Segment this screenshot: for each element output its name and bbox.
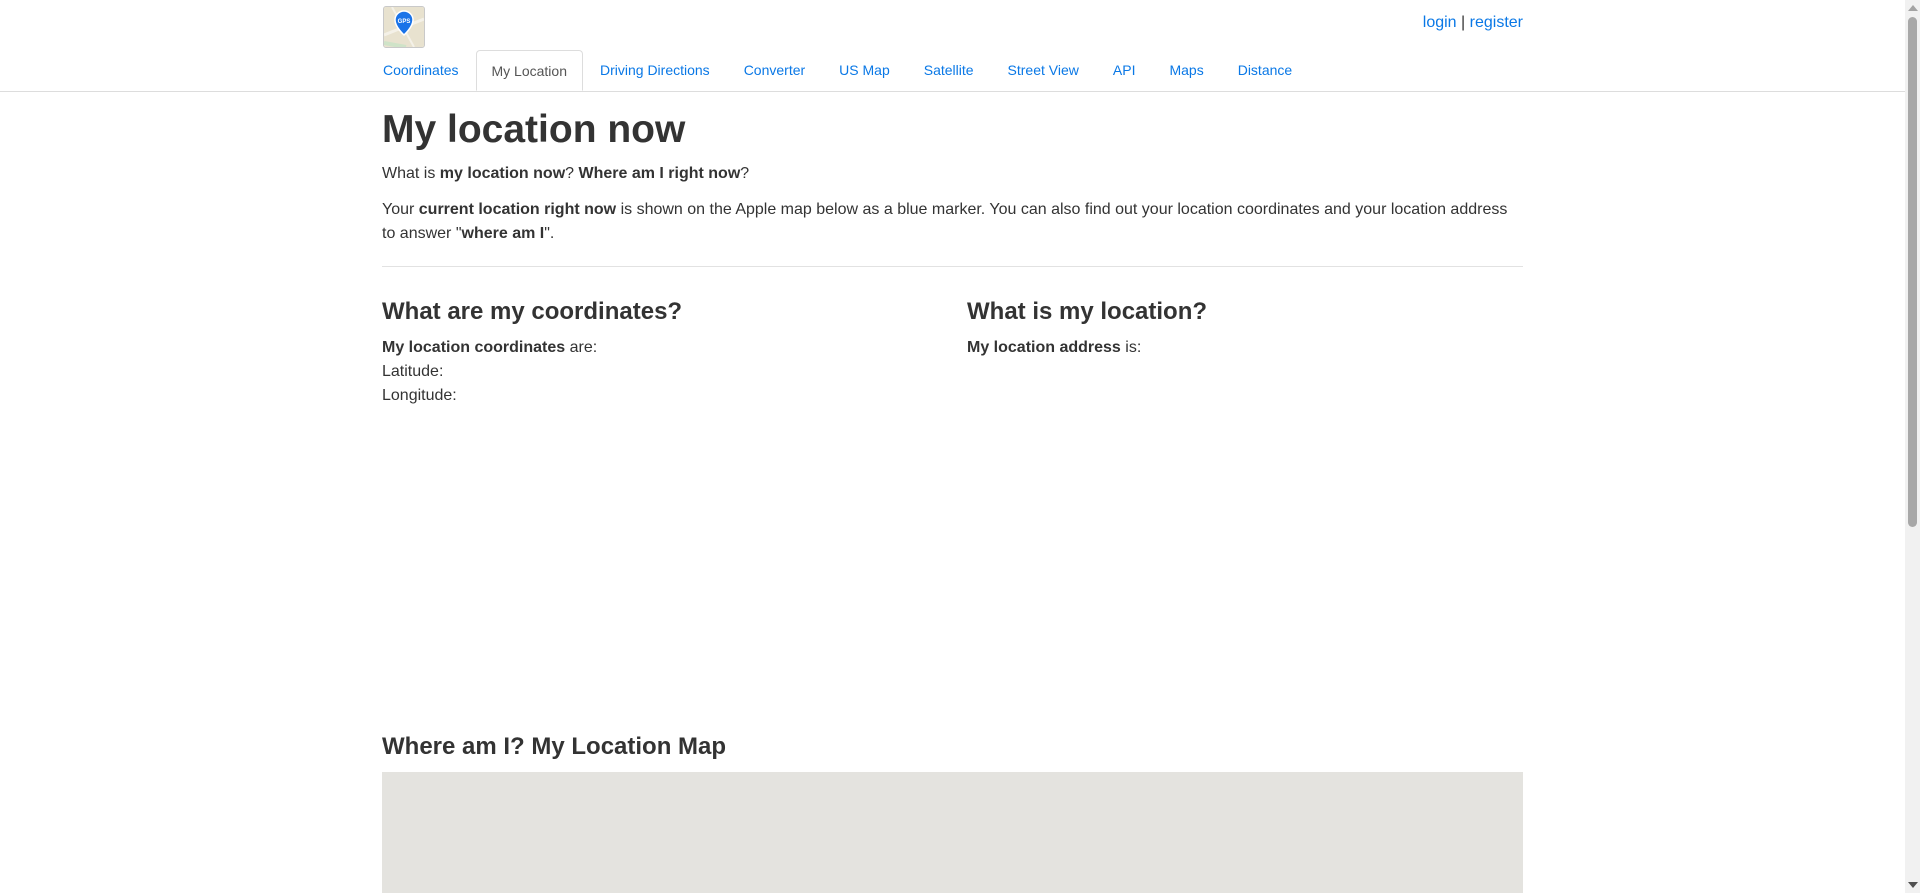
intro-bold: current location right now	[418, 201, 617, 218]
coordinates-heading: What are my coordinates?	[382, 298, 683, 325]
auth-separator: |	[1461, 14, 1466, 31]
longitude-row: Longitude:	[382, 384, 942, 408]
tab-us-map[interactable]: US Map	[822, 50, 907, 90]
question-bold: my location now	[439, 165, 566, 182]
tab-satellite[interactable]: Satellite	[907, 50, 991, 90]
nav-bar: Coordinates My Location Driving Directio…	[0, 50, 1905, 92]
auth-links: login | register	[1423, 14, 1523, 32]
intro-text: Your current location right now is shown…	[382, 198, 1523, 246]
scroll-down-icon[interactable]	[1908, 882, 1918, 888]
scrollbar-thumb[interactable]	[1908, 17, 1917, 527]
question-part: ?	[565, 165, 579, 182]
coordinates-label: My location coordinates are:	[382, 336, 942, 360]
login-link[interactable]: login	[1423, 14, 1457, 31]
tab-driving-directions[interactable]: Driving Directions	[583, 50, 727, 90]
question-text: What is my location now? Where am I righ…	[382, 163, 749, 185]
map-pin-icon: GPS	[384, 7, 424, 47]
logo-text: GPS	[398, 19, 411, 25]
tab-api[interactable]: API	[1096, 50, 1153, 90]
nav-tabs: Coordinates My Location Driving Directio…	[382, 50, 1309, 91]
page-title: My location now	[382, 108, 686, 151]
intro-part: ".	[544, 225, 555, 242]
tab-street-view[interactable]: Street View	[991, 50, 1096, 90]
tab-converter[interactable]: Converter	[727, 50, 822, 90]
tab-distance[interactable]: Distance	[1221, 50, 1309, 90]
scroll-up-icon[interactable]	[1908, 5, 1918, 11]
longitude-label: Longitude:	[382, 387, 457, 404]
latitude-row: Latitude:	[382, 360, 942, 384]
address-label-bold: My location address	[967, 339, 1121, 356]
address-heading: What is my location?	[967, 298, 1208, 325]
intro-bold: where am I	[461, 225, 545, 242]
location-map[interactable]	[382, 772, 1523, 893]
page-container: GPS login | register	[382, 0, 1523, 50]
tab-my-location[interactable]: My Location	[475, 50, 583, 91]
coordinates-section: What are my coordinates? My location coo…	[382, 296, 942, 408]
address-label: My location address is:	[967, 336, 1527, 360]
page-scrollbar[interactable]	[1905, 0, 1920, 893]
register-link[interactable]: register	[1470, 14, 1523, 31]
tab-maps[interactable]: Maps	[1152, 50, 1220, 90]
coordinates-label-bold: My location coordinates	[382, 339, 566, 356]
site-logo[interactable]: GPS	[383, 6, 425, 48]
address-section: What is my location? My location address…	[967, 296, 1527, 360]
coordinates-label-rest: are:	[565, 339, 598, 356]
question-bold: Where am I right now	[578, 165, 741, 182]
tab-coordinates[interactable]: Coordinates	[382, 50, 476, 90]
question-part: What is	[382, 165, 440, 182]
address-label-rest: is:	[1120, 339, 1142, 356]
divider	[382, 266, 1523, 267]
map-heading: Where am I? My Location Map	[382, 733, 727, 760]
question-part: ?	[740, 165, 750, 182]
top-bar: GPS login | register	[382, 0, 1523, 50]
intro-part: Your	[382, 201, 419, 218]
latitude-label: Latitude:	[382, 363, 444, 380]
